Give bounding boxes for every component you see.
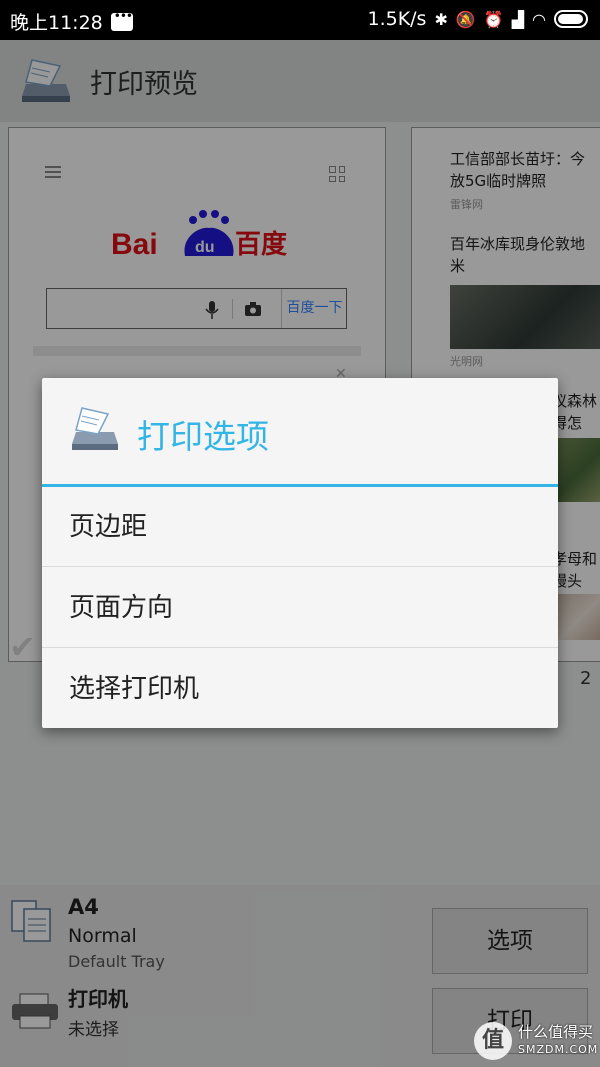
watermark-line1: 什么值得买 bbox=[518, 1023, 594, 1041]
dialog-title: 打印选项 bbox=[137, 417, 269, 456]
watermark-logo-icon: 值 bbox=[474, 1022, 512, 1060]
watermark: 值 什么值得买 SMZDM.COM bbox=[474, 1022, 598, 1060]
print-options-dialog: 打印选项 页边距 页面方向 选择打印机 bbox=[42, 378, 558, 728]
menu-item-margins[interactable]: 页边距 bbox=[42, 487, 558, 567]
battery-icon bbox=[554, 10, 588, 28]
status-bar: 晚上11:28 1.5K/s ✱ 🔕 ⏰ ▟ ◠ bbox=[0, 0, 600, 40]
message-notification-icon bbox=[110, 9, 133, 31]
watermark-line2: SMZDM.COM bbox=[518, 1043, 599, 1056]
network-speed: 1.5K/s bbox=[367, 8, 427, 30]
mute-icon: 🔕 bbox=[455, 9, 476, 29]
signal-icon: ▟ bbox=[511, 9, 525, 29]
menu-item-select-printer[interactable]: 选择打印机 bbox=[42, 649, 558, 728]
bluetooth-icon: ✱ bbox=[434, 9, 448, 29]
wifi-icon: ◠ bbox=[532, 9, 546, 29]
printer-app-logo-icon bbox=[72, 407, 118, 450]
status-time: 晚上11:28 bbox=[10, 12, 103, 34]
menu-item-orientation[interactable]: 页面方向 bbox=[42, 568, 558, 648]
watermark-text: 什么值得买 SMZDM.COM bbox=[518, 1024, 598, 1058]
alarm-icon: ⏰ bbox=[483, 9, 504, 29]
